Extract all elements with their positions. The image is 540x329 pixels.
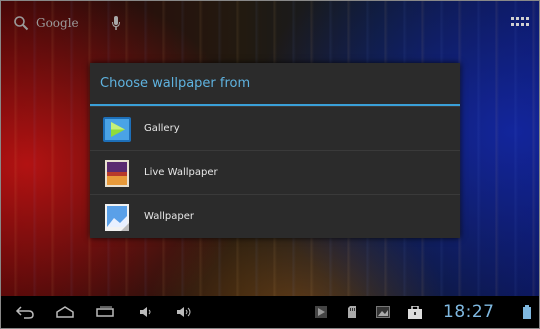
home-screen: Google Choose wallpaper from Gallery Liv… xyxy=(0,0,540,329)
dialog-title: Choose wallpaper from xyxy=(90,63,460,106)
dialog-item-label: Wallpaper xyxy=(144,211,195,222)
wifi-icon xyxy=(505,303,519,321)
dialog-item-live-wallpaper[interactable]: Live Wallpaper xyxy=(90,150,460,194)
gallery-icon xyxy=(102,114,132,144)
briefcase-icon[interactable] xyxy=(408,302,422,322)
battery-icon xyxy=(522,303,532,321)
dialog-item-gallery[interactable]: Gallery xyxy=(90,106,460,150)
sd-card-icon[interactable] xyxy=(346,302,358,322)
recent-apps-icon[interactable] xyxy=(94,302,116,322)
volume-down-icon[interactable] xyxy=(138,302,154,322)
dialog-item-label: Gallery xyxy=(144,123,180,134)
dialog-item-wallpaper[interactable]: Wallpaper xyxy=(90,194,460,238)
search-label: Google xyxy=(36,16,79,30)
apps-grid-icon[interactable] xyxy=(510,14,530,32)
live-wallpaper-icon xyxy=(102,158,132,188)
back-icon[interactable] xyxy=(14,302,36,322)
dialog-item-label: Live Wallpaper xyxy=(144,167,218,178)
search-icon[interactable] xyxy=(10,12,32,34)
wallpaper-icon xyxy=(102,202,132,232)
home-icon[interactable] xyxy=(54,302,76,322)
status-clock: 18:27 xyxy=(443,302,495,322)
volume-up-icon[interactable] xyxy=(176,302,194,322)
mic-icon[interactable] xyxy=(108,12,124,34)
play-store-icon[interactable] xyxy=(314,302,328,322)
choose-wallpaper-dialog: Choose wallpaper from Gallery Live Wallp… xyxy=(90,63,460,238)
image-icon[interactable] xyxy=(376,302,390,322)
